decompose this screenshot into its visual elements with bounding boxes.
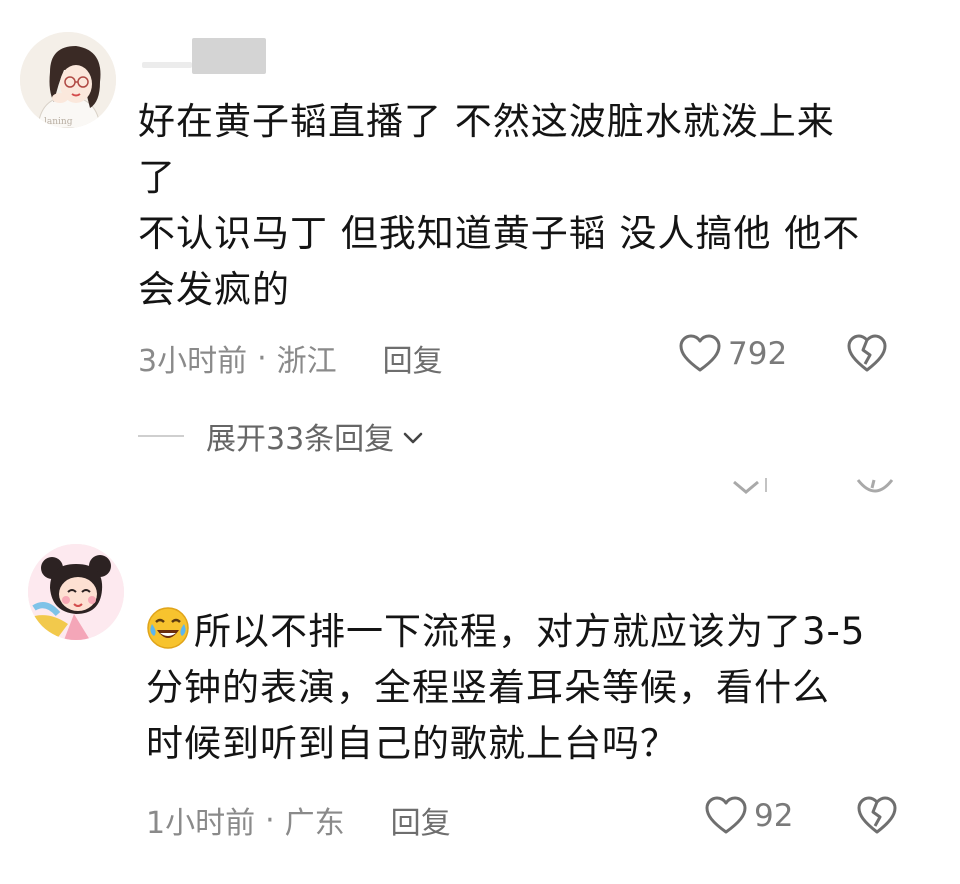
broken-heart-icon: [856, 796, 898, 840]
crying-laughing-emoji-icon: [146, 606, 190, 650]
heart-icon: [704, 796, 748, 836]
comment-line: 时候到听到自己的歌就上台吗？: [146, 722, 678, 765]
timestamp: 1小时前: [146, 806, 256, 841]
dislike-button[interactable]: [856, 796, 898, 840]
like-button[interactable]: 92: [704, 796, 793, 836]
comment-meta: 1小时前 · 广东 回复: [146, 798, 451, 842]
separator: ·: [265, 802, 275, 838]
location: 广东: [284, 806, 345, 841]
like-count: 92: [754, 798, 794, 834]
avatar[interactable]: [28, 544, 124, 640]
comment-line: 所以不排一下流程，对方就应该为了3-5: [146, 604, 865, 660]
comment-line-text: 所以不排一下流程，对方就应该为了3-5: [194, 610, 866, 653]
comment-line: 分钟的表演，全程竖着耳朵等候，看什么: [146, 666, 830, 709]
comment-text: 所以不排一下流程，对方就应该为了3-5 分钟的表演，全程竖着耳朵等候，看什么 时…: [146, 604, 865, 772]
comment-2: 所以不排一下流程，对方就应该为了3-5 分钟的表演，全程竖着耳朵等候，看什么 时…: [0, 0, 960, 884]
reply-button[interactable]: 回复: [391, 798, 451, 842]
